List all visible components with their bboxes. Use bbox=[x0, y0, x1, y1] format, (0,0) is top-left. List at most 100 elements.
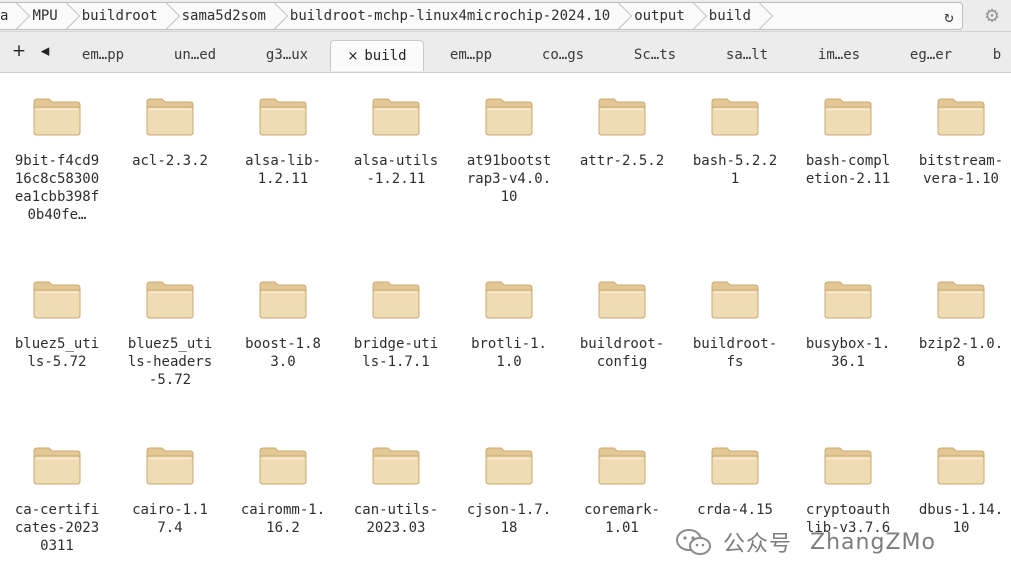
folder-name: bzip2-1.0.8 bbox=[918, 336, 1004, 370]
folder-item[interactable]: crda-4.15 bbox=[680, 422, 790, 519]
breadcrumb-item[interactable]: build bbox=[699, 3, 765, 29]
folder-item[interactable]: 9bit-f4cd916c8c58300ea1cbb398f0b40fe… bbox=[2, 73, 112, 224]
breadcrumb-item[interactable]: a bbox=[0, 3, 22, 29]
folder-name: coremark-1.01 bbox=[584, 502, 660, 536]
tab-9[interactable]: eg…er bbox=[885, 40, 977, 70]
folder-name: ca-certificates-20230311 bbox=[14, 502, 100, 554]
folder-name: bridge-utils-1.7.1 bbox=[353, 336, 439, 370]
tab-label: eg…er bbox=[909, 47, 953, 63]
folder-icon bbox=[711, 279, 759, 319]
folder-item[interactable]: brotli-1.1.0 bbox=[454, 256, 564, 371]
folder-item[interactable]: alsa-utils-1.2.11 bbox=[341, 73, 451, 188]
folder-item[interactable]: cryptoauthlib-v3.7.6 bbox=[793, 422, 903, 537]
folder-name: buildroot-fs bbox=[692, 336, 778, 370]
folder-item[interactable]: at91bootstrap3-v4.0.10 bbox=[454, 73, 564, 206]
tab-10[interactable]: b bbox=[977, 40, 1011, 70]
folder-name: alsa-lib-1.2.11 bbox=[245, 153, 321, 187]
folder-icon bbox=[372, 279, 420, 319]
breadcrumb-item[interactable]: MPU bbox=[22, 3, 71, 29]
breadcrumb-item[interactable]: buildroot-mchp-linux4microchip-2024.10 bbox=[280, 3, 624, 29]
watermark: 公众号 ZhangZMo bbox=[675, 526, 936, 558]
folder-item[interactable]: bluez5_utils-headers-5.72 bbox=[115, 256, 225, 389]
folder-item[interactable]: cairomm-1.16.2 bbox=[228, 422, 338, 537]
tab-label: g3…ux bbox=[265, 47, 309, 63]
folder-item[interactable]: bluez5_utils-5.72 bbox=[2, 256, 112, 371]
folder-icon bbox=[937, 96, 985, 136]
folder-icon bbox=[146, 279, 194, 319]
tab-1[interactable]: un…ed bbox=[149, 40, 241, 70]
reload-icon[interactable]: ↻ bbox=[936, 3, 962, 29]
tab-label: sa…lt bbox=[725, 47, 769, 63]
folder-name: cairomm-1.16.2 bbox=[240, 502, 326, 536]
folder-item[interactable]: cairo-1.17.4 bbox=[115, 422, 225, 537]
file-grid: 9bit-f4cd916c8c58300ea1cbb398f0b40fe… acl… bbox=[0, 73, 1011, 581]
folder-icon bbox=[485, 445, 533, 485]
path-bar: a MPU buildroot sama5d2som buildroot-mchp-li… bbox=[0, 0, 1011, 32]
folder-name: bash-completion-2.11 bbox=[805, 153, 891, 187]
folder-icon bbox=[824, 96, 872, 136]
folder-item[interactable]: cjson-1.7.18 bbox=[454, 422, 564, 537]
tab-2[interactable]: g3…ux bbox=[241, 40, 333, 70]
tab-label: co…gs bbox=[541, 47, 585, 63]
folder-name: can-utils-2023.03 bbox=[353, 502, 439, 536]
folder-icon bbox=[259, 96, 307, 136]
folder-item[interactable]: busybox-1.36.1 bbox=[793, 256, 903, 371]
folder-item[interactable]: coremark-1.01 bbox=[567, 422, 677, 537]
watermark-account-label: 公众号 bbox=[723, 532, 793, 557]
folder-name: attr-2.5.2 bbox=[579, 153, 665, 169]
folder-name: acl-2.3.2 bbox=[132, 153, 208, 169]
folder-item[interactable]: bitstream-vera-1.10 bbox=[906, 73, 1011, 188]
folder-icon bbox=[146, 96, 194, 136]
gear-icon[interactable]: ⚙ bbox=[980, 3, 1004, 28]
tab-label: em…pp bbox=[449, 47, 493, 63]
folder-icon bbox=[259, 279, 307, 319]
tab-4[interactable]: em…pp bbox=[425, 40, 517, 70]
tab-0[interactable]: em…pp bbox=[57, 40, 149, 70]
tab-5[interactable]: co…gs bbox=[517, 40, 609, 70]
close-icon[interactable]: × bbox=[347, 49, 358, 64]
path-input-area[interactable] bbox=[765, 3, 936, 29]
folder-name: cjson-1.7.18 bbox=[466, 502, 552, 536]
folder-item[interactable]: attr-2.5.2 bbox=[567, 73, 677, 170]
scroll-tabs-left-button[interactable]: ◂ bbox=[35, 40, 55, 62]
folder-item[interactable]: bridge-utils-1.7.1 bbox=[341, 256, 451, 371]
tab-label: em…pp bbox=[81, 47, 125, 63]
tab-label: im…es bbox=[817, 47, 861, 63]
folder-name: at91bootstrap3-v4.0.10 bbox=[466, 153, 552, 205]
folder-item[interactable]: buildroot-config bbox=[567, 256, 677, 371]
folder-name: cairo-1.17.4 bbox=[132, 502, 208, 536]
folder-item[interactable]: bash-5.2.21 bbox=[680, 73, 790, 188]
tab-8[interactable]: im…es bbox=[793, 40, 885, 70]
breadcrumb-item[interactable]: sama5d2som bbox=[172, 3, 280, 29]
folder-icon bbox=[937, 279, 985, 319]
folder-item[interactable]: boost-1.83.0 bbox=[228, 256, 338, 371]
tab-label: Sc…ts bbox=[633, 47, 677, 63]
tab-label: b bbox=[992, 47, 1002, 63]
folder-item[interactable]: buildroot-fs bbox=[680, 256, 790, 371]
folder-icon bbox=[824, 445, 872, 485]
tab-3[interactable]: × build bbox=[330, 40, 424, 71]
folder-item[interactable]: dbus-1.14.10 bbox=[906, 422, 1011, 537]
folder-item[interactable]: ca-certificates-20230311 bbox=[2, 422, 112, 555]
folder-icon bbox=[485, 96, 533, 136]
folder-icon bbox=[372, 445, 420, 485]
tab-6[interactable]: Sc…ts bbox=[609, 40, 701, 70]
folder-icon bbox=[372, 96, 420, 136]
folder-item[interactable]: bash-completion-2.11 bbox=[793, 73, 903, 188]
breadcrumb-item[interactable]: buildroot bbox=[72, 3, 172, 29]
folder-item[interactable]: acl-2.3.2 bbox=[115, 73, 225, 170]
folder-name: alsa-utils-1.2.11 bbox=[353, 153, 439, 187]
folder-icon bbox=[711, 96, 759, 136]
folder-icon bbox=[598, 445, 646, 485]
folder-icon bbox=[259, 445, 307, 485]
folder-icon bbox=[711, 445, 759, 485]
tab-7[interactable]: sa…lt bbox=[701, 40, 793, 70]
folder-item[interactable]: bzip2-1.0.8 bbox=[906, 256, 1011, 371]
folder-icon bbox=[485, 279, 533, 319]
new-tab-button[interactable]: + bbox=[9, 40, 29, 62]
folder-icon bbox=[33, 279, 81, 319]
folder-item[interactable]: can-utils-2023.03 bbox=[341, 422, 451, 537]
watermark-author: ZhangZMo bbox=[810, 529, 936, 555]
breadcrumb-item[interactable]: output bbox=[624, 3, 699, 29]
folder-item[interactable]: alsa-lib-1.2.11 bbox=[228, 73, 338, 188]
